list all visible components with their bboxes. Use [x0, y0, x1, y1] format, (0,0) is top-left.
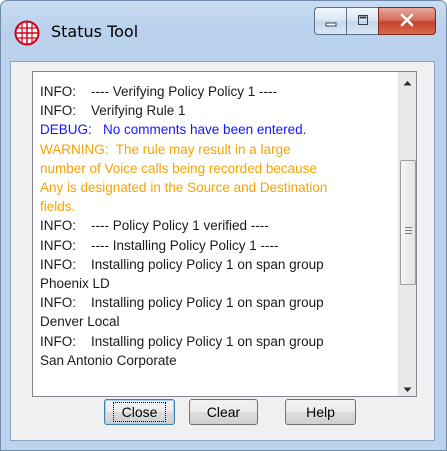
clear-button[interactable]: Clear: [189, 399, 258, 425]
log-line: INFO: Verifying Rule 1: [40, 103, 186, 119]
maximize-icon: [356, 12, 370, 31]
log-line: INFO: ---- Policy Policy 1 verified ----: [40, 218, 269, 234]
close-x-icon: [399, 12, 415, 31]
log-line: DEBUG: No comments have been entered.: [40, 122, 307, 138]
scroll-thumb[interactable]: [400, 160, 416, 285]
window-title: Status Tool: [51, 22, 139, 41]
close-button-label: Close: [112, 402, 167, 422]
scroll-down-button[interactable]: [399, 379, 416, 396]
arrow-up-icon: [403, 72, 412, 90]
log-line: Denver Local: [40, 314, 120, 330]
log-line: WARNING: The rule may result in a large: [40, 141, 291, 157]
globe-grid-icon: [14, 20, 40, 46]
log-line: INFO: ---- Verifying Policy Policy 1 ---…: [40, 84, 278, 99]
minimize-button[interactable]: [314, 7, 346, 35]
log-lines: INFO: ---- Verifying Policy Policy 1 ---…: [40, 82, 378, 370]
minimize-icon: [324, 12, 338, 31]
log-line: San Antonio Corporate: [40, 352, 177, 368]
log-line: INFO: Installing policy Policy 1 on span…: [40, 295, 324, 311]
log-line: fields.: [40, 199, 76, 215]
log-line: Any is designated in the Source and Dest…: [40, 180, 328, 196]
vertical-scrollbar[interactable]: [398, 72, 416, 396]
title-bar[interactable]: Status Tool: [1, 1, 446, 61]
help-button-label: Help: [306, 404, 335, 420]
window-controls: [314, 7, 436, 35]
status-log[interactable]: INFO: ---- Verifying Policy Policy 1 ---…: [32, 71, 417, 397]
status-tool-window: Status Tool INFO: ---- Verifying Policy …: [0, 0, 447, 451]
arrow-down-icon: [403, 378, 412, 396]
maximize-button[interactable]: [346, 7, 378, 35]
log-line: Phoenix LD: [40, 276, 110, 292]
log-line: INFO: ---- Installing Policy Policy 1 --…: [40, 237, 279, 253]
close-button[interactable]: Close: [104, 399, 175, 425]
clear-button-label: Clear: [206, 404, 241, 420]
button-row: Close Clear Help: [11, 399, 434, 429]
scroll-up-button[interactable]: [399, 72, 416, 89]
log-line: INFO: Installing policy Policy 1 on span…: [40, 333, 324, 349]
help-button[interactable]: Help: [285, 399, 356, 425]
grip-icon: [404, 219, 412, 234]
log-line: number of Voice calls being recorded bec…: [40, 160, 317, 176]
log-line: INFO: Installing policy Policy 1 on span…: [40, 256, 324, 272]
close-window-button[interactable]: [378, 7, 436, 35]
dialog-body: INFO: ---- Verifying Policy Policy 1 ---…: [10, 61, 435, 441]
